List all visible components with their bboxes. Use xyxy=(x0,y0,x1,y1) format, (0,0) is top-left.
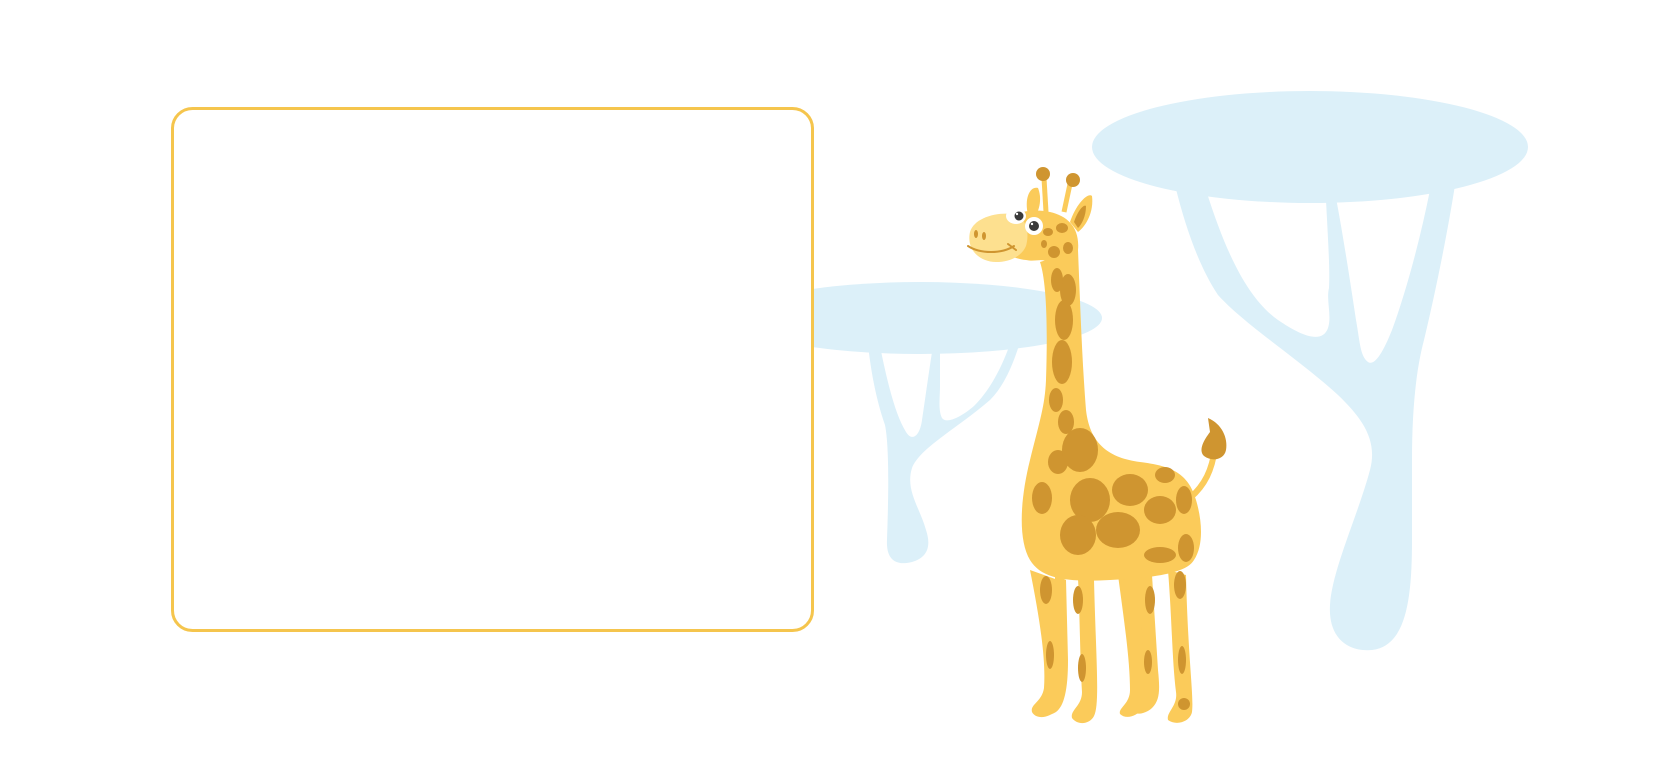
giraffe-horn-tip-left xyxy=(1036,167,1050,181)
giraffe-horn-tip-right xyxy=(1066,173,1080,187)
large-tree-trunk xyxy=(1175,185,1455,651)
giraffe-horn-left xyxy=(1041,177,1049,213)
canvas xyxy=(0,0,1678,770)
giraffe-eye-right-shine xyxy=(1030,222,1034,226)
giraffe-horn-right xyxy=(1061,183,1073,213)
giraffe-nostril-right xyxy=(982,232,986,240)
scene-illustration xyxy=(171,91,1528,724)
giraffe-nostril-left xyxy=(974,230,978,238)
giraffe-eye-left-pupil xyxy=(1014,211,1024,221)
giraffe-eye-left-shine xyxy=(1015,212,1019,216)
empty-frame xyxy=(171,107,814,632)
small-tree-trunk xyxy=(868,342,1020,564)
giraffe-eye-right-pupil xyxy=(1029,221,1039,231)
large-tree-canopy xyxy=(1092,91,1528,203)
giraffe-illustration xyxy=(967,167,1227,724)
giraffe-tail-tuft xyxy=(1201,418,1227,460)
